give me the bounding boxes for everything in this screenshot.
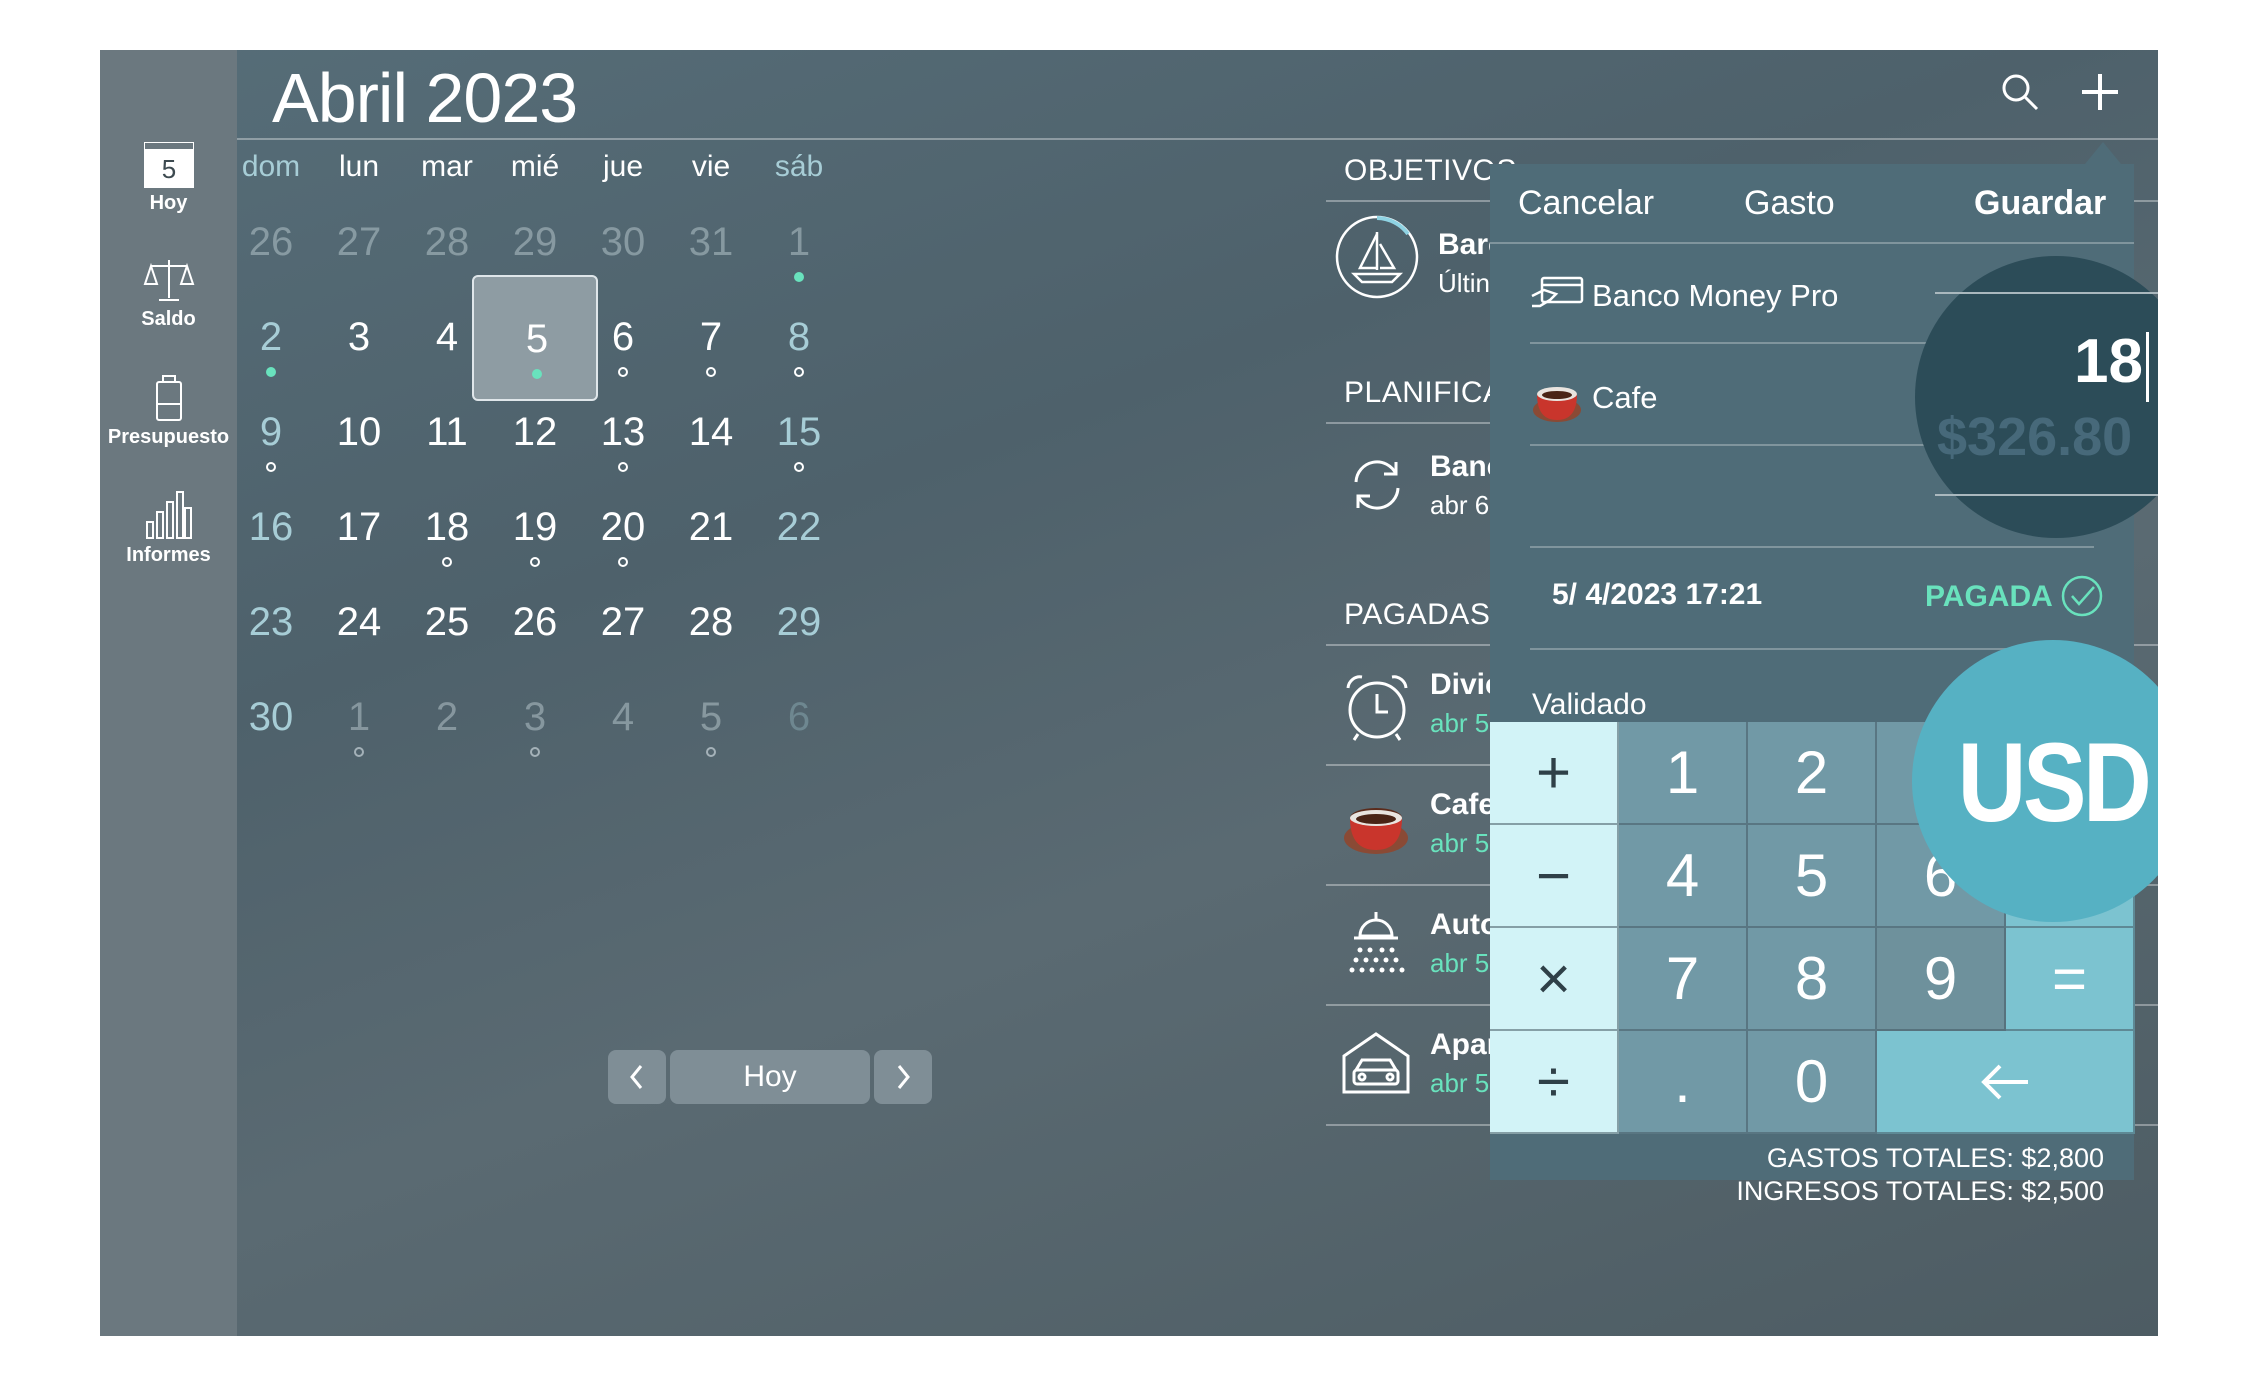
list-item-title[interactable]: Apar xyxy=(1430,1028,1498,1062)
coffee-cup-icon xyxy=(1533,387,1581,422)
chevron-right-icon xyxy=(897,1065,910,1089)
day-number: 8 xyxy=(787,315,811,359)
bank-card-icon xyxy=(1531,276,1584,308)
weekday-header: lun xyxy=(338,150,380,183)
key-7[interactable]: 7 xyxy=(1619,928,1748,1031)
month-label: Abril xyxy=(272,59,408,137)
weekday-header: dom xyxy=(241,150,301,183)
battery-icon xyxy=(155,375,182,421)
section-pagadas: PAGADAS xyxy=(1344,598,1491,631)
key-multiply[interactable]: × xyxy=(1490,928,1619,1031)
status-badge[interactable]: PAGADA xyxy=(1925,580,2053,614)
key-divide[interactable]: ÷ xyxy=(1490,1031,1619,1134)
key-1[interactable]: 1 xyxy=(1619,722,1748,825)
app-window: 5 Hoy Saldo Presupuesto Informes Abril 2… xyxy=(100,50,2158,1336)
key-9[interactable]: 9 xyxy=(1877,928,2006,1031)
page-title: Abril 2023 xyxy=(272,58,579,138)
coffee-cup-icon xyxy=(1344,808,1408,854)
alarm-clock-icon xyxy=(1346,675,1408,741)
today-button[interactable]: Hoy xyxy=(670,1050,870,1104)
list-item-title[interactable]: Cafe xyxy=(1430,788,1495,822)
divider xyxy=(1490,242,2134,244)
currency-label: USD xyxy=(1957,720,2152,845)
key-0[interactable]: 0 xyxy=(1748,1031,1877,1134)
prev-month-button[interactable] xyxy=(608,1050,666,1104)
total-income: INGRESOS TOTALES: $2,500 xyxy=(1736,1176,2104,1206)
divider xyxy=(1530,546,2094,548)
weekday-header: mié xyxy=(510,150,560,183)
total-expenses: GASTOS TOTALES: $2,800 xyxy=(1766,1143,2104,1173)
add-icon[interactable] xyxy=(2080,72,2120,112)
arrow-left-icon xyxy=(1981,1064,2028,1099)
key-8[interactable]: 8 xyxy=(1748,928,1877,1031)
divider xyxy=(1935,292,2158,294)
list-item-subtitle: abr 5 xyxy=(1430,828,1490,858)
key-minus[interactable]: − xyxy=(1490,825,1619,928)
calendar-day-icon: 5 xyxy=(143,142,194,188)
event-dot xyxy=(706,747,716,757)
list-item-subtitle: abr 5 xyxy=(1430,1068,1490,1098)
event-dot xyxy=(354,747,364,757)
day-number: 29 xyxy=(776,600,822,644)
list-item-subtitle: abr 5 xyxy=(1430,708,1490,738)
key-4[interactable]: 4 xyxy=(1619,825,1748,928)
weekday-header: mar xyxy=(421,150,473,183)
account-field[interactable]: Banco Money Pro xyxy=(1592,278,1838,314)
transaction-type[interactable]: Gasto xyxy=(1744,184,1835,223)
calendar-day[interactable]: 6 xyxy=(736,655,862,781)
key-plus[interactable]: + xyxy=(1490,722,1619,825)
weekday-header: vie xyxy=(691,150,731,183)
save-button[interactable]: Guardar xyxy=(1974,184,2106,223)
refresh-icon xyxy=(1354,460,1400,510)
section-planifica: PLANIFICA xyxy=(1344,376,1504,409)
list-item-subtitle: abr 5 xyxy=(1430,948,1490,978)
backspace-key[interactable] xyxy=(1877,1031,2135,1134)
key-decimal[interactable]: . xyxy=(1619,1031,1748,1134)
header-divider xyxy=(237,138,2158,140)
validated-label: Validado xyxy=(1532,688,1647,721)
divider xyxy=(1935,494,2158,496)
key-2[interactable]: 2 xyxy=(1748,722,1877,825)
list-item-title[interactable]: Auto xyxy=(1430,908,1498,942)
scale-icon xyxy=(143,260,194,301)
event-dot xyxy=(530,747,540,757)
garage-icon xyxy=(1342,1032,1410,1094)
weekday-header: jue xyxy=(602,150,644,183)
date-field[interactable]: 5/ 4/2023 17:21 xyxy=(1552,578,1762,612)
list-item-subtitle: abr 6 xyxy=(1430,490,1490,520)
popover-arrow xyxy=(2085,142,2121,164)
day-number: 1 xyxy=(787,220,811,264)
next-month-button[interactable] xyxy=(874,1050,932,1104)
category-field[interactable]: Cafe xyxy=(1592,380,1657,416)
cancel-button[interactable]: Cancelar xyxy=(1518,184,1654,223)
day-number: 15 xyxy=(776,410,822,454)
year-label: 2023 xyxy=(425,59,579,137)
check-circle-icon[interactable] xyxy=(2060,574,2104,618)
sailboat-icon xyxy=(1335,215,1419,299)
amount-input[interactable]: 18 xyxy=(2074,326,2143,397)
day-number: 22 xyxy=(776,505,822,549)
bar-chart-icon xyxy=(145,491,192,539)
day-number: 6 xyxy=(787,695,811,739)
list-item-subtitle: Últin xyxy=(1438,268,1491,298)
key-5[interactable]: 5 xyxy=(1748,825,1877,928)
search-icon[interactable] xyxy=(2000,72,2040,112)
svg-text:5: 5 xyxy=(161,154,175,184)
totals: GASTOS TOTALES: $2,800 INGRESOS TOTALES:… xyxy=(1736,1142,2104,1208)
car-wash-icon xyxy=(1349,912,1405,973)
balance-value: $326.80 xyxy=(1937,407,2133,467)
text-cursor xyxy=(2146,332,2149,402)
chevron-left-icon xyxy=(630,1065,643,1089)
key-equals[interactable]: = xyxy=(2006,928,2135,1031)
weekday-header: sáb xyxy=(774,150,824,183)
